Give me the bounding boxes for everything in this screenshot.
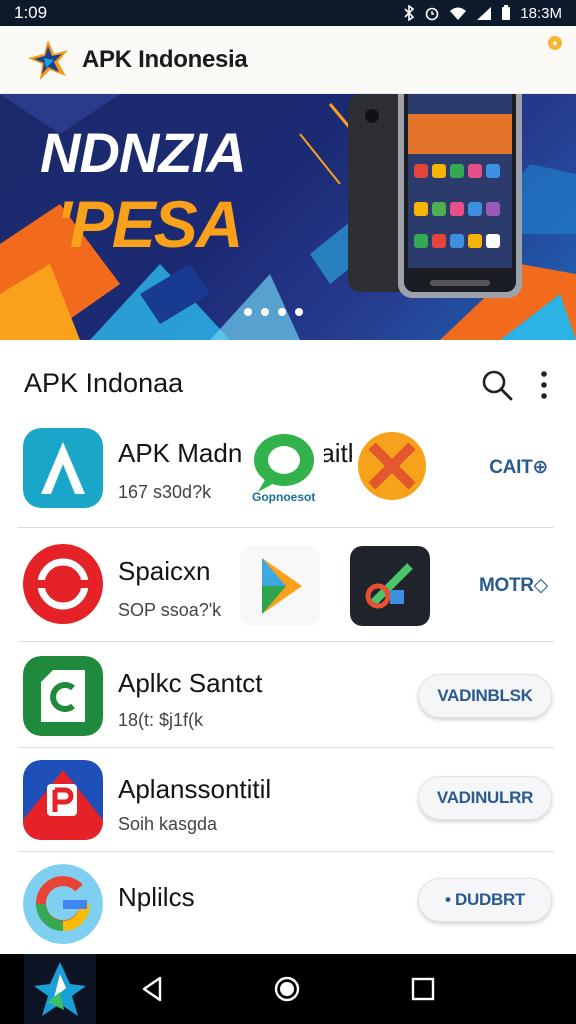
carousel-dot[interactable] xyxy=(261,308,269,316)
action-button[interactable]: VADINBLSK xyxy=(418,674,552,718)
app-name: Nplilcs xyxy=(118,882,195,912)
signal-icon xyxy=(477,7,492,20)
alarm-icon xyxy=(425,7,439,21)
banner-headline: NDNZIA xyxy=(40,121,247,184)
chat-bubble-icon[interactable]: Gopnoesot xyxy=(244,426,324,506)
app-meta: Soih kasgda xyxy=(118,814,218,834)
recents-icon[interactable] xyxy=(408,974,438,1004)
thumb-caption: Gopnoesot xyxy=(252,490,316,504)
action-button[interactable]: VADINULRR xyxy=(418,776,552,820)
app-meta: SOP ssoa?'k xyxy=(118,600,222,620)
battery-icon xyxy=(502,5,511,20)
bluetooth-icon xyxy=(404,5,415,21)
app-list: APK Madnrkesnnaitka 167 s30d?k Gopnoesot… xyxy=(0,426,576,952)
app-name: Spaicxn xyxy=(118,556,211,586)
notification-dot-icon: ● xyxy=(548,36,562,50)
list-item[interactable]: Nplilcs • DUDBRT xyxy=(18,852,554,952)
apk-indonesia-logo[interactable] xyxy=(24,954,96,1024)
green-c-icon[interactable] xyxy=(23,656,103,736)
apk-indonesia-logo[interactable] xyxy=(24,36,72,84)
app-header: APK Indonesia ● xyxy=(0,26,576,94)
status-right-time: 18:3M xyxy=(520,4,562,22)
action-link[interactable]: CAIT⊕ xyxy=(489,456,548,479)
app-name: Aplanssontitil xyxy=(118,774,272,804)
status-icons: 18:3M xyxy=(403,5,562,22)
app-title: APK Indonesia xyxy=(82,45,248,73)
app-name: Aplkc Santct xyxy=(118,668,263,698)
home-icon[interactable] xyxy=(272,974,302,1004)
tools-icon[interactable] xyxy=(350,546,430,626)
orange-x-icon[interactable] xyxy=(352,426,432,506)
teal-a-icon[interactable] xyxy=(23,428,103,508)
app-meta: 167 s30d?k xyxy=(118,482,212,502)
carousel-dot[interactable] xyxy=(244,308,252,316)
wifi-icon xyxy=(450,7,467,20)
back-icon[interactable] xyxy=(138,974,168,1004)
carousel-dot[interactable] xyxy=(295,308,303,316)
list-item[interactable]: Aplanssontitil Soih kasgda VADINULRR xyxy=(18,748,554,852)
play-store-icon[interactable] xyxy=(240,546,320,626)
status-time: 1:09 xyxy=(14,3,48,22)
navigation-bar xyxy=(0,954,576,1024)
more-vert-icon[interactable] xyxy=(532,368,556,402)
section-title: APK Indonaa xyxy=(24,367,184,398)
list-item[interactable]: Aplkc Santct 18(t: $j1f(k VADINBLSK xyxy=(18,642,554,748)
banner-subline: 'PESA xyxy=(56,187,243,261)
red-p-icon[interactable] xyxy=(23,760,103,840)
action-link[interactable]: MOTR◇ xyxy=(479,574,548,597)
carousel-indicator xyxy=(244,308,303,316)
red-ring-icon[interactable] xyxy=(23,544,103,624)
app-meta: 18(t: $j1f(k xyxy=(118,710,204,730)
action-button[interactable]: • DUDBRT xyxy=(418,878,552,922)
promo-banner[interactable]: NDNZIA 'PESA xyxy=(0,94,576,340)
carousel-dot[interactable] xyxy=(278,308,286,316)
search-icon[interactable] xyxy=(480,368,514,402)
list-item[interactable]: APK Madnrkesnnaitka 167 s30d?k Gopnoesot… xyxy=(18,426,554,528)
section-header: APK Indonaa xyxy=(0,340,576,426)
google-g-icon[interactable] xyxy=(23,864,103,944)
list-item[interactable]: Spaicxn SOP ssoa?'k MOTR◇ xyxy=(18,528,554,642)
status-bar: 1:09 18:3M xyxy=(0,0,576,26)
